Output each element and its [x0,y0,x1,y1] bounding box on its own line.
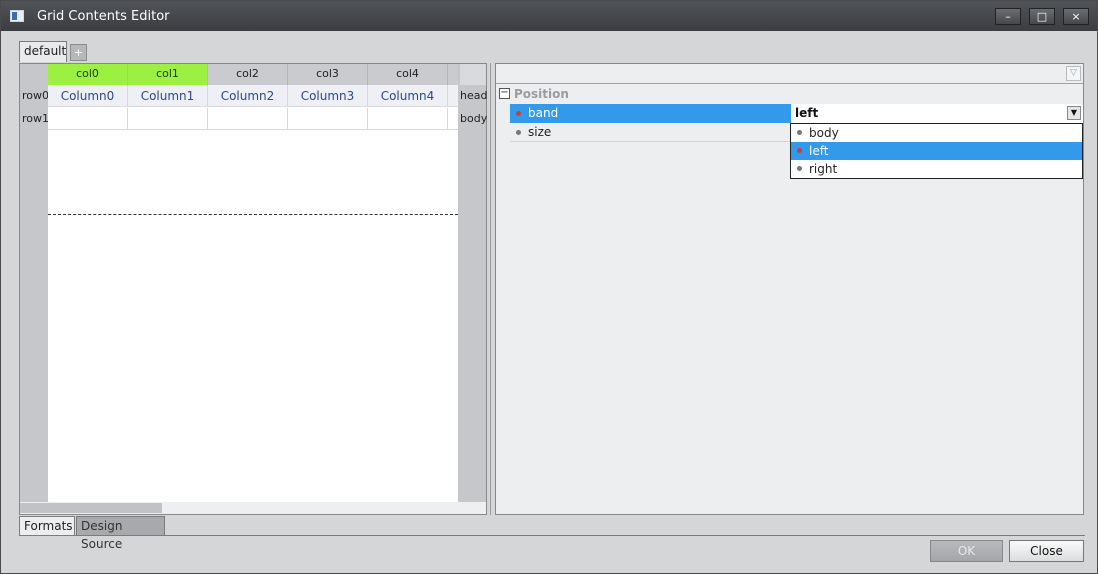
horizontal-scrollbar[interactable] [20,502,486,514]
grid-cell[interactable] [128,108,208,130]
property-value-editor[interactable]: left ▼ [791,104,1083,123]
tab-design-source[interactable]: Design Source [76,516,165,551]
chevron-down-icon[interactable]: ▽ [1066,66,1081,81]
grid-cell[interactable]: Column4 [368,85,448,107]
close-window-button[interactable]: × [1063,8,1089,25]
band-label-body: body [460,112,488,125]
grid-cell[interactable]: Column1 [128,85,208,107]
grid-cell[interactable]: Column3 [288,85,368,107]
collapse-icon[interactable]: − [499,88,510,99]
band-dropdown-list: body left right [790,123,1083,179]
property-name: band [510,104,791,123]
tab-default[interactable]: default [19,41,67,62]
grid-cell[interactable] [288,108,368,130]
column-header-col2[interactable]: col2 [208,64,288,85]
minimize-button[interactable]: – [995,8,1021,25]
grid-cell-filler [448,85,458,107]
column-header-col1[interactable]: col1 [128,64,208,85]
property-category-position[interactable]: − Position [496,85,1083,104]
panel-splitter[interactable] [488,63,494,515]
bullet-icon [797,148,802,153]
grid-cell-filler [448,108,458,130]
grid-cell[interactable]: Column0 [48,85,128,107]
bullet-icon [516,130,521,135]
row-label-row1[interactable]: row1 [20,108,49,130]
grid-design-panel: col0 col1 col2 col3 col4 row0 Column0 Co… [19,63,487,515]
add-format-tab-button[interactable]: + [70,44,87,61]
ok-button[interactable]: OK [930,540,1003,562]
corner-strip [460,64,486,85]
column-header-filler [448,64,458,85]
property-name: size [510,123,791,142]
grid-cell[interactable] [368,108,448,130]
grid-cell[interactable]: Column2 [208,85,288,107]
grid-contents-editor-window: Grid Contents Editor – □ × default + col… [0,0,1098,574]
column-header-col0[interactable]: col0 [48,64,128,85]
title-bar[interactable]: Grid Contents Editor – □ × [1,1,1097,31]
band-label-head: head [460,89,488,102]
dropdown-option-right[interactable]: right [791,160,1082,178]
dropdown-option-left[interactable]: left [791,142,1082,160]
maximize-button[interactable]: □ [1029,8,1055,25]
grid-cell[interactable] [48,108,128,130]
grid-cell[interactable] [208,108,288,130]
bullet-icon [516,111,521,116]
dropdown-arrow-icon[interactable]: ▼ [1067,106,1081,120]
close-button[interactable]: Close [1009,540,1084,562]
row-label-row0[interactable]: row0 [20,85,49,107]
bullet-icon [797,130,802,135]
category-label: Position [514,87,569,101]
object-selector-combo[interactable]: ▽ [496,64,1083,84]
window-title: Grid Contents Editor [37,9,170,24]
app-window-icon [10,10,24,22]
dropdown-option-body[interactable]: body [791,124,1082,142]
property-row-band[interactable]: band left ▼ [510,104,1083,123]
divider [19,535,1085,536]
bullet-icon [797,166,802,171]
column-header-col4[interactable]: col4 [368,64,448,85]
scrollbar-thumb[interactable] [20,503,162,513]
column-header-col3[interactable]: col3 [288,64,368,85]
band-divider-line [48,214,458,215]
tab-formats[interactable]: Formats [19,516,75,536]
